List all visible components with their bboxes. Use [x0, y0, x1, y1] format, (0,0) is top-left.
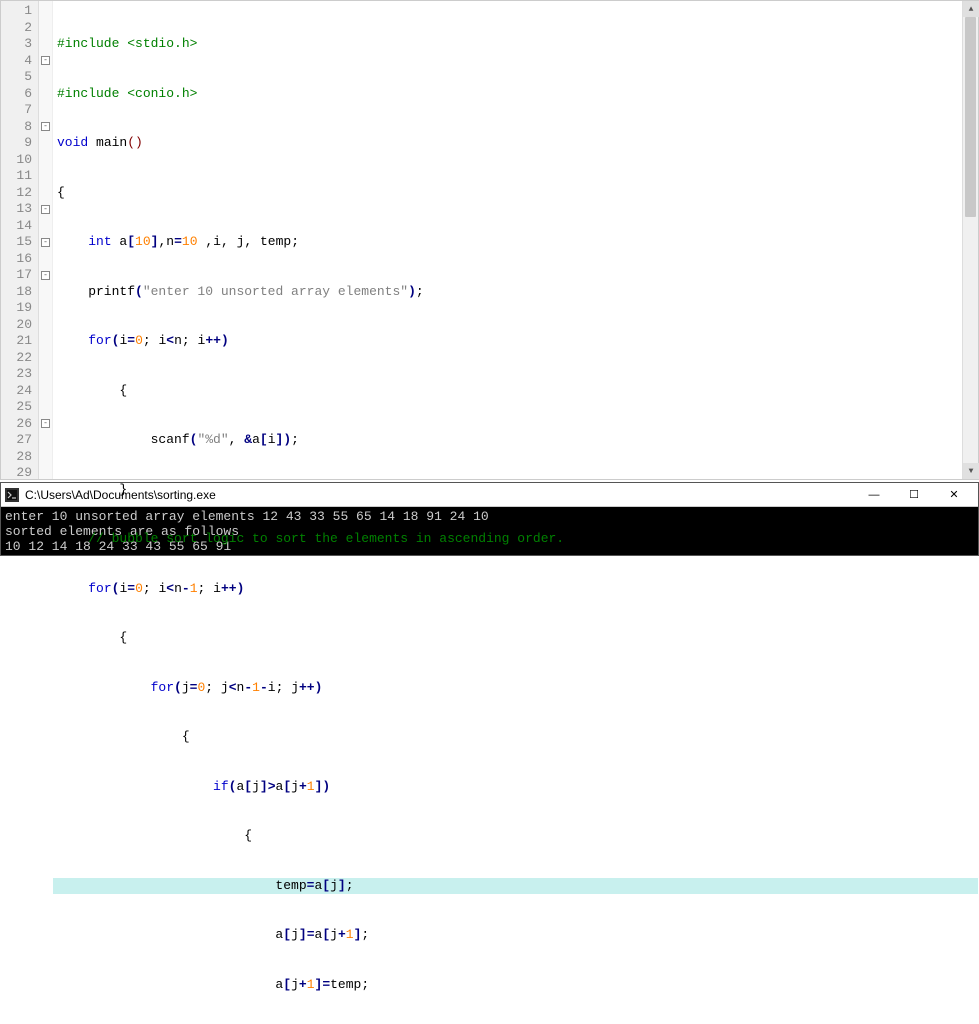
- code-line-current[interactable]: temp=a[j];: [53, 878, 978, 895]
- line-number: 1: [1, 3, 32, 20]
- code-line[interactable]: for(i=0; i<n-1; i++): [53, 581, 978, 598]
- fold-toggle-icon[interactable]: -: [41, 419, 50, 428]
- code-line[interactable]: int a[10],n=10 ,i, j, temp;: [53, 234, 978, 251]
- line-number: 3: [1, 36, 32, 53]
- line-number: 8: [1, 119, 32, 136]
- line-number: 12: [1, 185, 32, 202]
- code-editor[interactable]: 1 2 3 4 5 6 7 8 9 10 11 12 13 14 15 16 1…: [0, 0, 979, 480]
- code-line[interactable]: {: [53, 383, 978, 400]
- line-number: 7: [1, 102, 32, 119]
- line-number: 20: [1, 317, 32, 334]
- fold-toggle-icon[interactable]: -: [41, 205, 50, 214]
- code-line[interactable]: void main(): [53, 135, 978, 152]
- code-area[interactable]: #include <stdio.h> #include <conio.h> vo…: [53, 1, 978, 479]
- console-icon: [5, 488, 19, 502]
- scroll-down-icon[interactable]: ▼: [963, 463, 979, 479]
- line-number: 27: [1, 432, 32, 449]
- line-number: 24: [1, 383, 32, 400]
- code-line[interactable]: a[j]=a[j+1];: [53, 927, 978, 944]
- fold-gutter: - - - - - -: [39, 1, 53, 479]
- line-number: 15: [1, 234, 32, 251]
- line-number: 11: [1, 168, 32, 185]
- fold-toggle-icon[interactable]: -: [41, 122, 50, 131]
- line-number-gutter: 1 2 3 4 5 6 7 8 9 10 11 12 13 14 15 16 1…: [1, 1, 39, 479]
- code-line[interactable]: scanf("%d", &a[i]);: [53, 432, 978, 449]
- line-number: 18: [1, 284, 32, 301]
- scroll-up-icon[interactable]: ▲: [963, 1, 979, 17]
- line-number: 6: [1, 86, 32, 103]
- code-line[interactable]: #include <conio.h>: [53, 86, 978, 103]
- fold-toggle-icon[interactable]: -: [41, 56, 50, 65]
- code-line[interactable]: {: [53, 729, 978, 746]
- code-line[interactable]: #include <stdio.h>: [53, 36, 978, 53]
- code-line[interactable]: a[j+1]=temp;: [53, 977, 978, 994]
- line-number: 26: [1, 416, 32, 433]
- line-number: 22: [1, 350, 32, 367]
- code-line[interactable]: {: [53, 630, 978, 647]
- line-number: 19: [1, 300, 32, 317]
- code-line[interactable]: printf("enter 10 unsorted array elements…: [53, 284, 978, 301]
- line-number: 4: [1, 53, 32, 70]
- code-line[interactable]: // bubble sort logic to sort the element…: [53, 531, 978, 548]
- line-number: 10: [1, 152, 32, 169]
- code-line[interactable]: for(j=0; j<n-1-i; j++): [53, 680, 978, 697]
- vertical-scrollbar[interactable]: ▲ ▼: [962, 1, 978, 479]
- code-line[interactable]: for(i=0; i<n; i++): [53, 333, 978, 350]
- line-number: 21: [1, 333, 32, 350]
- code-line[interactable]: if(a[j]>a[j+1]): [53, 779, 978, 796]
- line-number: 9: [1, 135, 32, 152]
- line-number: 13: [1, 201, 32, 218]
- code-line[interactable]: }: [53, 482, 978, 499]
- fold-toggle-icon[interactable]: -: [41, 238, 50, 247]
- line-number: 16: [1, 251, 32, 268]
- line-number: 14: [1, 218, 32, 235]
- code-line[interactable]: {: [53, 828, 978, 845]
- line-number: 2: [1, 20, 32, 37]
- line-number: 17: [1, 267, 32, 284]
- line-number: 23: [1, 366, 32, 383]
- line-number: 28: [1, 449, 32, 466]
- code-line[interactable]: {: [53, 185, 978, 202]
- line-number: 25: [1, 399, 32, 416]
- line-number: 29: [1, 465, 32, 482]
- fold-toggle-icon[interactable]: -: [41, 271, 50, 280]
- scrollbar-thumb[interactable]: [965, 17, 976, 217]
- line-number: 5: [1, 69, 32, 86]
